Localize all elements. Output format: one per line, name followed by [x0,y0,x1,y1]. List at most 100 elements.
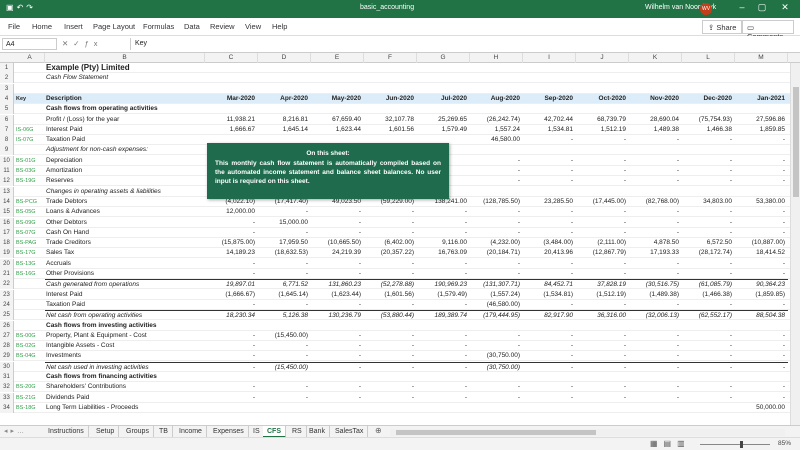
value-cell[interactable]: - [311,351,364,361]
description-cell[interactable]: Cash Flow Statement [45,73,205,83]
value-cell[interactable]: - [576,269,629,279]
value-cell[interactable]: - [470,259,523,269]
value-cell[interactable] [205,73,258,83]
zoom-slider[interactable] [700,444,770,445]
description-cell[interactable]: Amortization [45,166,205,176]
value-cell[interactable] [735,187,788,197]
key-cell[interactable] [15,115,43,125]
description-cell[interactable]: Investments [45,351,205,361]
row-number[interactable]: 23 [0,289,14,300]
value-cell[interactable]: - [417,331,470,341]
key-cell[interactable] [15,104,43,114]
value-cell[interactable]: (28,172.74) [682,248,735,258]
value-cell[interactable] [417,321,470,331]
value-cell[interactable]: - [311,259,364,269]
value-cell[interactable]: 53,380.00 [735,197,788,207]
month-header[interactable]: Jul-2020 [417,94,470,104]
value-cell[interactable]: 32,107.78 [364,115,417,125]
value-cell[interactable]: 24,219.39 [311,248,364,258]
value-cell[interactable]: - [576,361,629,372]
maximize-icon[interactable]: ▢ [755,2,769,13]
value-cell[interactable] [258,321,311,331]
row-number[interactable]: 12 [0,176,14,187]
value-cell[interactable]: - [311,300,364,310]
month-header[interactable]: Mar-2020 [205,94,258,104]
value-cell[interactable]: - [417,341,470,351]
value-cell[interactable]: - [311,331,364,341]
value-cell[interactable]: - [523,331,576,341]
value-cell[interactable] [576,73,629,83]
value-cell[interactable]: - [470,382,523,392]
value-cell[interactable] [629,372,682,382]
value-cell[interactable] [205,321,258,331]
row-number[interactable]: 5 [0,104,14,115]
menu-file[interactable]: File [8,22,20,31]
value-cell[interactable] [364,63,417,73]
key-cell[interactable] [15,300,43,310]
value-cell[interactable]: 1,534.81 [523,125,576,135]
description-cell[interactable]: Cash flows from financing activities [45,372,205,382]
value-cell[interactable] [311,84,364,94]
menu-insert[interactable]: Insert [64,22,83,31]
value-cell[interactable]: - [735,361,788,372]
value-cell[interactable]: 11,938.21 [205,115,258,125]
value-cell[interactable]: - [205,218,258,228]
value-cell[interactable]: 25,269.65 [417,115,470,125]
value-cell[interactable]: - [523,135,576,145]
value-cell[interactable]: (179,444.95) [470,310,523,320]
value-cell[interactable] [576,187,629,197]
value-cell[interactable] [417,403,470,413]
value-cell[interactable] [682,84,735,94]
description-cell[interactable]: Taxation Paid [45,135,205,145]
value-cell[interactable]: (131,307.71) [470,279,523,289]
value-cell[interactable]: 27,596.86 [735,115,788,125]
value-cell[interactable]: (15,875.00) [205,238,258,248]
value-cell[interactable]: 190,969.23 [417,279,470,289]
row-number[interactable]: 30 [0,361,14,372]
row-number[interactable]: 19 [0,248,14,259]
row-number[interactable]: 13 [0,186,14,197]
value-cell[interactable]: (52,278.88) [364,279,417,289]
value-cell[interactable]: - [470,393,523,403]
month-header[interactable]: Jun-2020 [364,94,417,104]
value-cell[interactable]: (82,768.00) [629,197,682,207]
value-cell[interactable]: - [576,382,629,392]
row-number[interactable]: 31 [0,372,14,382]
month-header[interactable]: May-2020 [311,94,364,104]
description-cell[interactable]: Trade Debtors [45,197,205,207]
row-number[interactable]: 29 [0,351,14,362]
value-cell[interactable] [364,403,417,413]
value-cell[interactable]: - [629,135,682,145]
value-cell[interactable] [735,321,788,331]
value-cell[interactable]: 34,803.00 [682,197,735,207]
row-number[interactable]: 26 [0,320,14,331]
description-cell[interactable]: Trade Creditors [45,238,205,248]
key-cell[interactable]: BS-02G [15,341,43,351]
menu-formulas[interactable]: Formulas [143,22,174,31]
row-number[interactable]: 18 [0,238,14,249]
value-cell[interactable]: - [629,166,682,176]
value-cell[interactable]: - [205,341,258,351]
value-cell[interactable]: - [682,176,735,186]
value-cell[interactable] [576,104,629,114]
value-cell[interactable]: - [629,218,682,228]
value-cell[interactable]: - [576,341,629,351]
value-cell[interactable]: 1,466.38 [682,125,735,135]
value-cell[interactable]: - [682,382,735,392]
key-cell[interactable]: BS-09G [15,218,43,228]
description-cell[interactable]: Sales Tax [45,248,205,258]
value-cell[interactable]: - [311,382,364,392]
value-cell[interactable] [311,372,364,382]
row-number[interactable]: 4 [0,93,14,104]
row-number[interactable]: 15 [0,207,14,218]
key-cell[interactable] [15,63,43,73]
value-cell[interactable]: (20,357.22) [364,248,417,258]
row-number[interactable]: 28 [0,341,14,352]
value-cell[interactable] [576,372,629,382]
value-cell[interactable] [470,403,523,413]
value-cell[interactable] [470,63,523,73]
value-cell[interactable] [311,63,364,73]
value-cell[interactable]: (1,534.81) [523,290,576,300]
column-header[interactable]: G [417,53,470,63]
value-cell[interactable]: - [205,269,258,279]
